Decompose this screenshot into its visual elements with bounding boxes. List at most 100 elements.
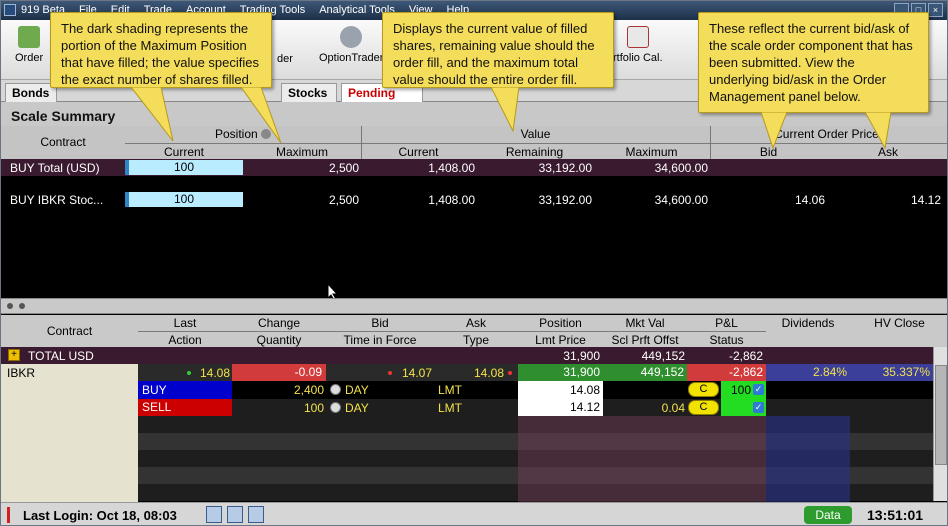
om-col-offset: Scl Prft Offst <box>603 331 687 347</box>
portfolio-label: rtfolio Cal. <box>613 52 663 64</box>
optiontrader-icon <box>340 26 363 48</box>
portfolio-calendar-button[interactable]: rtfolio Cal. <box>613 26 663 64</box>
data-status-badge[interactable]: Data <box>804 506 852 524</box>
buy-type[interactable]: LMT <box>438 382 462 398</box>
trading-window: 919 Beta File Edit Trade Account Trading… <box>0 0 948 526</box>
callout-bidask-pointer <box>761 112 892 150</box>
total-row[interactable] <box>1 347 933 364</box>
ibkr-bid: 14.07 <box>401 366 432 380</box>
splitter-knob <box>19 303 25 309</box>
om-col-action: Action <box>138 331 232 347</box>
calendar-icon <box>626 26 649 48</box>
scale-row-value-maximum: 34,600.00 <box>654 161 708 175</box>
flag-icon <box>7 507 17 523</box>
order-button[interactable]: Order <box>15 26 43 64</box>
scale-row-ask: 14.12 <box>910 193 941 207</box>
scrollbar-thumb[interactable] <box>935 365 947 465</box>
ibkr-mktval: 449,152 <box>603 364 687 381</box>
grid-icon[interactable] <box>227 506 243 523</box>
callout-shading-pointer <box>131 87 282 144</box>
transmit-check-icon[interactable]: ✓ <box>753 402 764 413</box>
om-col-status: Status <box>687 331 766 347</box>
ibkr-last: 14.08 <box>199 366 230 380</box>
column-tint <box>518 416 766 502</box>
col-remaining: Remaining <box>476 143 593 159</box>
om-col-dividends: Dividends <box>766 315 850 347</box>
col-maximum: Maximum <box>243 143 361 159</box>
transmit-check-icon[interactable]: ✓ <box>753 384 764 395</box>
total-label: TOTAL USD <box>28 349 94 363</box>
sell-type[interactable]: LMT <box>438 400 462 416</box>
om-col-bid: Bid <box>326 315 434 331</box>
om-col-position: Position <box>518 315 603 331</box>
cancel-order-button[interactable]: C <box>688 400 719 415</box>
total-mktval: 449,152 <box>641 349 685 363</box>
om-col-last: Last <box>138 315 232 331</box>
optiontrader-label: OptionTrader <box>319 52 384 64</box>
om-col-mktval: Mkt Val <box>603 315 687 331</box>
scale-row-contract[interactable]: BUY IBKR Stoc... <box>10 192 103 208</box>
header-divider <box>710 126 711 159</box>
om-col-quantity: Quantity <box>232 331 326 347</box>
col-value-current: Current <box>361 143 476 159</box>
group-value: Value <box>361 126 710 143</box>
om-col-change: Change <box>232 315 326 331</box>
buy-quantity[interactable]: 2,400 <box>232 382 324 398</box>
order-partial-label: der <box>277 53 293 65</box>
buy-lmtprice[interactable]: 14.08 <box>518 381 603 399</box>
ibkr-dividends: 2.84% <box>766 364 850 381</box>
col-value-maximum: Maximum <box>593 143 710 159</box>
header-divider <box>361 126 362 159</box>
scale-row-value-maximum: 34,600.00 <box>654 193 708 207</box>
order-partial-button[interactable]: der <box>277 53 293 65</box>
scale-row-maximum: 2,500 <box>328 193 359 207</box>
ibkr-hvclose: 35.337% <box>850 364 933 381</box>
orders-scrollbar[interactable] <box>933 347 947 501</box>
om-col-lmtprice: Lmt Price <box>518 331 603 347</box>
position-fill-bar: 100 <box>125 160 243 175</box>
ibkr-change: -0.09 <box>232 364 326 381</box>
col-current: Current <box>125 143 243 159</box>
om-col-ask: Ask <box>434 315 518 331</box>
scale-row-contract: BUY Total (USD) <box>10 161 100 175</box>
scale-row-value-current: 1,408.00 <box>428 161 475 175</box>
expand-icon[interactable]: + <box>8 349 20 361</box>
column-tint <box>766 416 850 502</box>
buy-action[interactable]: BUY <box>138 381 232 399</box>
scale-row-bid: 14.06 <box>794 193 825 207</box>
total-pnl: -2,862 <box>728 349 763 363</box>
last-login: Last Login: Oct 18, 08:03 <box>23 508 177 523</box>
om-col-hvclose: HV Close <box>850 315 947 347</box>
om-col-pnl: P&L <box>687 315 766 331</box>
sell-offset[interactable]: 0.04 <box>603 400 685 416</box>
clock: 13:51:01 <box>867 507 924 523</box>
clock-icon <box>330 384 341 395</box>
layout-icon[interactable] <box>206 506 222 523</box>
om-col-contract: Contract <box>1 315 138 347</box>
sell-quantity[interactable]: 100 <box>232 400 324 416</box>
order-icon <box>18 26 41 48</box>
om-col-tif: Time in Force <box>326 331 434 347</box>
chart-icon[interactable] <box>248 506 264 523</box>
close-icon[interactable]: × <box>928 3 943 17</box>
callout-value-pointer <box>491 87 520 133</box>
sell-lmtprice[interactable]: 14.12 <box>518 399 603 416</box>
panel-splitter[interactable] <box>1 298 947 314</box>
ibkr-ask: 14.08 <box>473 366 504 380</box>
ibkr-contract[interactable]: IBKR <box>7 365 35 381</box>
sell-action[interactable]: SELL <box>138 399 232 416</box>
ibkr-pnl: -2,862 <box>687 364 766 381</box>
scale-row-remaining: 33,192.00 <box>538 193 592 207</box>
tick-dot-icon <box>508 371 512 375</box>
position-fill-bar: 100 <box>125 192 243 207</box>
callout-value: Displays the current value of filled sha… <box>382 12 614 88</box>
optiontrader-button[interactable]: OptionTrader <box>319 26 383 64</box>
col-contract: Contract <box>1 126 125 159</box>
ibkr-position: 31,900 <box>518 364 603 381</box>
buy-tif[interactable]: DAY <box>345 382 369 398</box>
scale-row-value-current: 1,408.00 <box>428 193 475 207</box>
app-icon <box>4 4 16 16</box>
callout-bidask: These reflect the current bid/ask of the… <box>698 12 929 113</box>
sell-tif[interactable]: DAY <box>345 400 369 416</box>
cancel-order-button[interactable]: C <box>688 382 719 397</box>
